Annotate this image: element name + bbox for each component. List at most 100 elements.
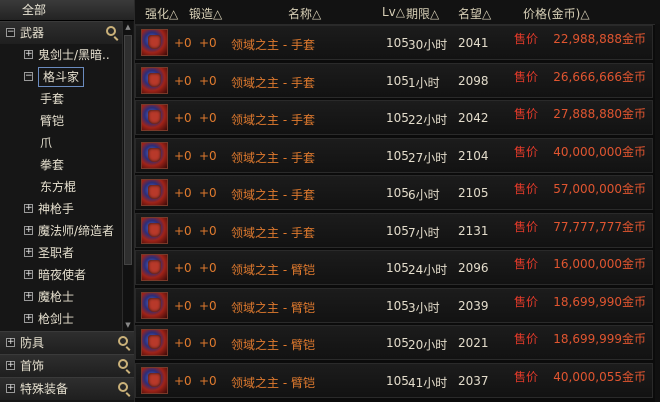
tree-node[interactable]: − 格斗家 (0, 66, 122, 88)
listing-row[interactable]: +0 +0 领域之主 - 手套 105 6小时 2105 售价 57,000,000金币 (135, 175, 653, 210)
forge-value: +0 (199, 186, 217, 200)
listing-row[interactable]: +0 +0 领域之主 - 臂铠 105 3小时 2039 售价 18,699,990金币 (135, 287, 653, 323)
expand-icon[interactable]: + (24, 204, 33, 213)
tree-node[interactable]: 臂铠 (0, 110, 122, 132)
sidebar-scrollbar[interactable]: ▲ ▼ (122, 21, 133, 331)
expand-icon[interactable]: + (6, 384, 15, 393)
period-value: 22小时 (408, 113, 448, 127)
expand-icon[interactable]: + (24, 292, 33, 301)
enhance-value: +0 (174, 336, 192, 350)
forge-value: +0 (199, 223, 217, 238)
tree-node-label: 东方棍 (40, 180, 77, 194)
price-value: 27,888,880金币 (553, 107, 646, 121)
expand-icon[interactable]: + (6, 361, 15, 370)
tree-node[interactable]: + 圣职者 (0, 242, 122, 264)
tree-node[interactable]: − 武器 (0, 21, 122, 44)
expand-icon[interactable]: + (24, 314, 33, 323)
gauntlet-icon[interactable] (141, 366, 168, 394)
category-label: 特殊装备 (20, 382, 69, 396)
listing-row[interactable]: +0 +0 领域之主 - 手套 105 27小时 2104 售价 40,000,000金币 (135, 137, 653, 173)
price-value: 18,699,999金币 (553, 332, 646, 346)
tree-node-label: 鬼剑士/黑暗.. (38, 48, 110, 62)
item-name: 领域之主 - 臂铠 (231, 338, 315, 352)
tree-node-label: 暗夜使者 (38, 268, 87, 282)
forge-value: +0 (199, 298, 217, 313)
expand-icon[interactable]: + (24, 226, 33, 235)
bottom-categories: + 防具 + 首饰 + 特殊装备 (0, 331, 134, 400)
listing-row[interactable]: +0 +0 领域之主 - 臂铠 105 20小时 2021 售价 18,699,999金币 (135, 325, 653, 360)
category-item[interactable]: + 防具 (0, 331, 134, 354)
fame-value: 2021 (458, 336, 489, 350)
tree-node[interactable]: + 枪剑士 (0, 308, 122, 330)
fame-value: 2096 (458, 261, 489, 275)
gauntlet-icon[interactable] (141, 291, 168, 319)
enhance-value: +0 (174, 36, 192, 50)
expand-icon[interactable]: + (24, 270, 33, 279)
tree-node[interactable]: + 鬼剑士/黑暗.. (0, 44, 122, 66)
listing-row[interactable]: +0 +0 领域之主 - 臂铠 105 41小时 2037 售价 40,000,055金币 (135, 362, 653, 398)
tree-node[interactable]: 爪 (0, 132, 122, 154)
gauntlet-icon[interactable] (141, 141, 168, 169)
tree-node[interactable]: + 暗夜使者 (0, 264, 122, 286)
fame-value: 2037 (458, 373, 489, 388)
gauntlet-icon[interactable] (141, 29, 168, 56)
listing-panel: 强化△ 锻造△ 名称△ Lv△ 期限△ 名望△ 价格(金币)△ +0 +0 领域之主… (135, 0, 660, 402)
sell-label: 售价 (514, 294, 539, 309)
gauntlet-icon[interactable] (141, 66, 168, 94)
column-header: 强化△ 锻造△ 名称△ Lv△ 期限△ 名望△ 价格(金币)△ (135, 0, 660, 25)
price-value: 18,699,990金币 (553, 294, 646, 309)
level-value: 105 (386, 261, 409, 275)
level-value: 105 (386, 186, 409, 200)
tree-node-label: 格斗家 (38, 67, 85, 87)
gauntlet-icon[interactable] (141, 254, 168, 281)
scroll-thumb[interactable] (124, 35, 132, 265)
tree-node[interactable]: + 神枪手 (0, 198, 122, 220)
listing-row[interactable]: +0 +0 领域之主 - 手套 105 7小时 2131 售价 77,777,777金币 (135, 212, 653, 248)
col-period[interactable]: 期限△ (406, 5, 439, 22)
col-enhance[interactable]: 强化△ (145, 5, 178, 22)
period-value: 41小时 (408, 375, 448, 390)
gauntlet-icon[interactable] (141, 216, 168, 244)
period-value: 3小时 (408, 300, 440, 315)
col-price[interactable]: 价格(金币)△ (523, 5, 590, 22)
search-plus-icon[interactable] (106, 26, 116, 36)
tree-node[interactable]: + 魔枪士 (0, 286, 122, 308)
listing-row[interactable]: +0 +0 领域之主 - 手套 105 1小时 2098 售价 26,666,666金币 (135, 62, 653, 98)
listing-row[interactable]: +0 +0 领域之主 - 手套 105 30小时 2041 售价 22,988,888金币 (135, 25, 653, 60)
category-item[interactable]: + 特殊装备 (0, 377, 134, 400)
gauntlet-icon[interactable] (141, 104, 168, 131)
scroll-up-icon[interactable]: ▲ (124, 22, 132, 32)
expand-icon[interactable]: + (24, 248, 33, 257)
sell-label: 售价 (514, 144, 539, 159)
category-all[interactable]: 全部 (0, 0, 134, 21)
forge-value: +0 (199, 36, 217, 50)
tree-node[interactable]: 东方棍 (0, 176, 122, 198)
gauntlet-icon[interactable] (141, 329, 168, 356)
price-value: 57,000,000金币 (553, 182, 646, 196)
search-plus-icon[interactable] (118, 336, 128, 346)
search-plus-icon[interactable] (118, 382, 128, 392)
listing-row[interactable]: +0 +0 领域之主 - 手套 105 22小时 2042 售价 27,888,880金币 (135, 100, 653, 135)
expand-icon[interactable]: + (24, 50, 33, 59)
collapse-icon[interactable]: − (6, 28, 15, 37)
col-name[interactable]: 名称△ (288, 5, 321, 22)
col-forge[interactable]: 锻造△ (189, 5, 222, 22)
level-value: 105 (386, 298, 409, 313)
tree-node[interactable]: 拳套 (0, 154, 122, 176)
period-value: 24小时 (408, 263, 448, 277)
level-value: 105 (386, 373, 409, 388)
col-level[interactable]: Lv△ (382, 5, 405, 19)
expand-icon[interactable]: + (6, 338, 15, 347)
listing-scrollbar[interactable] (655, 24, 660, 402)
collapse-icon[interactable]: − (24, 72, 33, 81)
tree-node[interactable]: + 魔法师/缔造者 (0, 220, 122, 242)
category-item[interactable]: + 首饰 (0, 354, 134, 377)
col-fame[interactable]: 名望△ (458, 5, 491, 22)
category-label: 防具 (20, 336, 45, 350)
gauntlet-icon[interactable] (141, 179, 168, 206)
scroll-down-icon[interactable]: ▼ (124, 320, 132, 330)
tree-node-label: 枪剑士 (38, 312, 75, 326)
listing-row[interactable]: +0 +0 领域之主 - 臂铠 105 24小时 2096 售价 16,000,000金币 (135, 250, 653, 285)
tree-node[interactable]: 手套 (0, 88, 122, 110)
search-plus-icon[interactable] (118, 359, 128, 369)
